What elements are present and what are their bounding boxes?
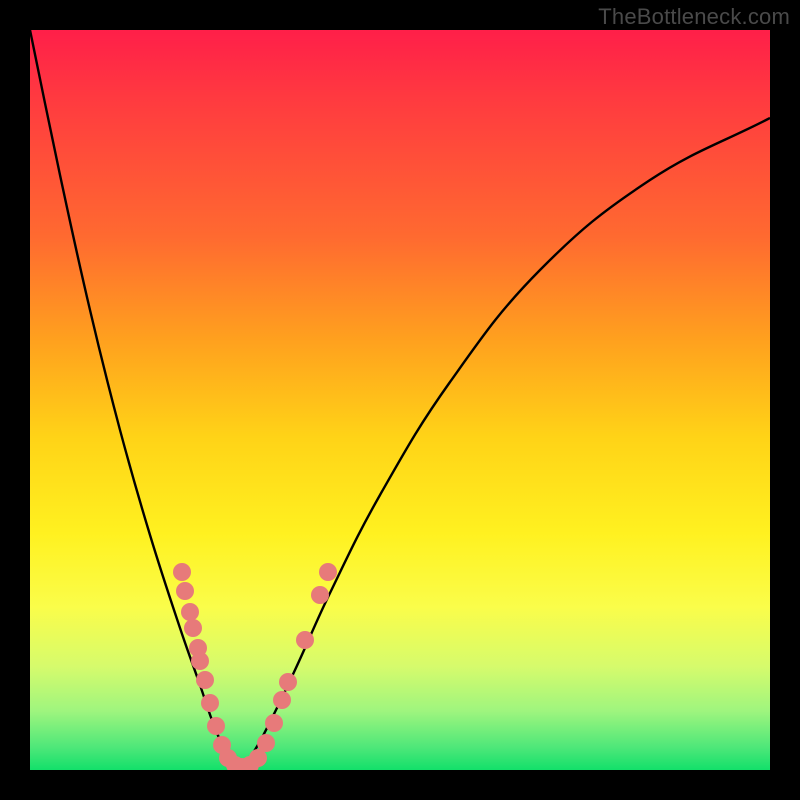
data-dot [257, 734, 275, 752]
bottleneck-curve [30, 30, 770, 768]
data-dot [176, 582, 194, 600]
data-dot [311, 586, 329, 604]
data-dot [181, 603, 199, 621]
data-dot [184, 619, 202, 637]
data-dot [273, 691, 291, 709]
data-dot [201, 694, 219, 712]
plot-area [30, 30, 770, 770]
data-dot [191, 652, 209, 670]
data-dot [319, 563, 337, 581]
data-dot [173, 563, 191, 581]
data-dot [196, 671, 214, 689]
chart-container: TheBottleneck.com [0, 0, 800, 800]
data-dots [173, 563, 337, 770]
attribution-label: TheBottleneck.com [598, 4, 790, 30]
data-dot [265, 714, 283, 732]
curve-svg [30, 30, 770, 770]
data-dot [279, 673, 297, 691]
data-dot [207, 717, 225, 735]
data-dot [296, 631, 314, 649]
